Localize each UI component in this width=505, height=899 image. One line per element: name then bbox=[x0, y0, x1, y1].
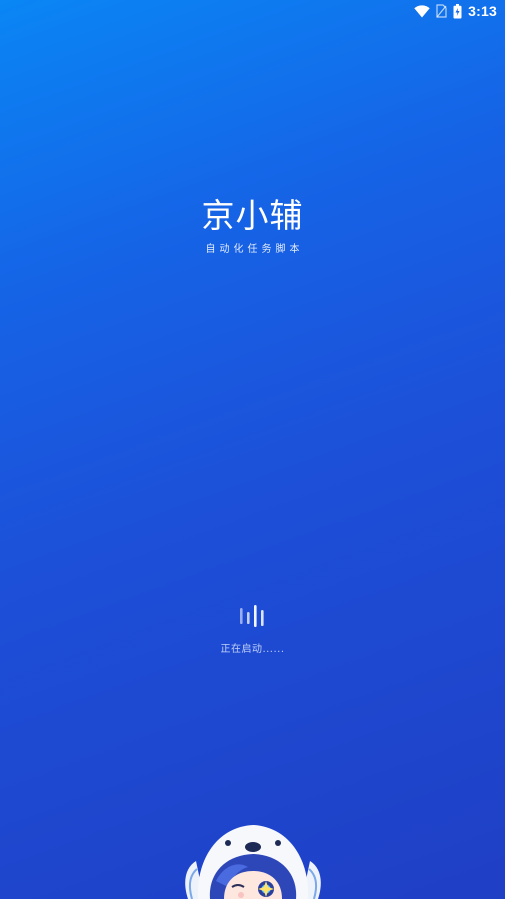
app-title: 京小辅 bbox=[201, 196, 304, 235]
loading-bar bbox=[254, 605, 257, 627]
status-bar: 3:13 bbox=[0, 0, 505, 22]
mascot-character-image bbox=[185, 825, 321, 899]
loading-bar bbox=[240, 608, 243, 624]
battery-icon bbox=[453, 3, 462, 18]
wifi-icon bbox=[414, 4, 430, 17]
loading-status-text: 正在启动...... bbox=[220, 644, 285, 655]
loading-bar bbox=[247, 612, 250, 624]
loading-bars-icon bbox=[240, 605, 264, 627]
app-logo: 京小辅 自动化任务脚本 bbox=[0, 196, 505, 255]
status-time: 3:13 bbox=[468, 3, 497, 19]
app-subtitle: 自动化任务脚本 bbox=[205, 244, 304, 255]
status-icons: 3:13 bbox=[414, 2, 497, 20]
no-sim-icon bbox=[436, 4, 447, 18]
loading-bar bbox=[261, 610, 264, 626]
